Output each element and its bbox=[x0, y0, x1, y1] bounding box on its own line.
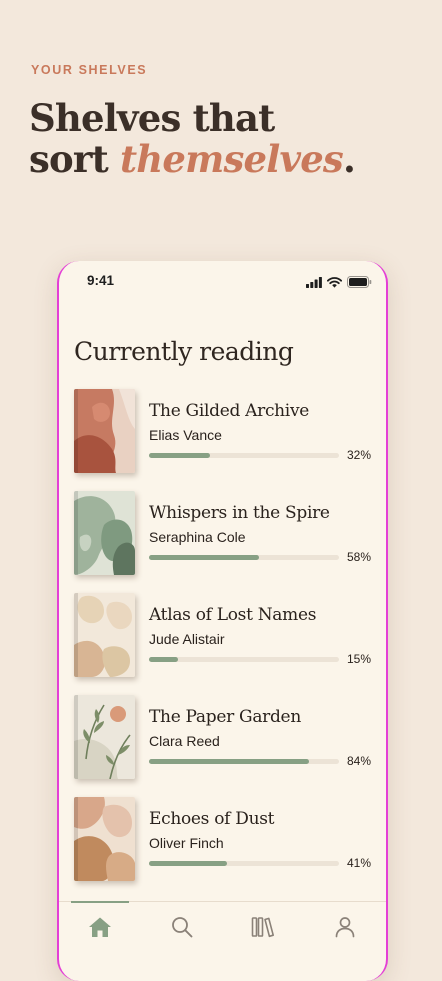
book-cover bbox=[74, 593, 135, 677]
book-item[interactable]: The Paper Garden Clara Reed 84% bbox=[59, 695, 386, 781]
battery-icon bbox=[347, 276, 372, 288]
progress-label: 58% bbox=[346, 550, 371, 564]
book-title: Atlas of Lost Names bbox=[149, 605, 317, 625]
book-title: Whispers in the Spire bbox=[149, 503, 330, 523]
profile-icon bbox=[335, 917, 355, 938]
book-item[interactable]: Echoes of Dust Oliver Finch 41% bbox=[59, 797, 386, 883]
page-headline: Shelves that sort themselves. bbox=[29, 96, 356, 181]
headline-line-2-plain: sort bbox=[29, 137, 120, 181]
book-author: Seraphina Cole bbox=[149, 529, 246, 545]
book-cover bbox=[74, 389, 135, 473]
progress-fill bbox=[149, 861, 227, 866]
status-bar: 9:41 bbox=[59, 273, 386, 293]
book-cover bbox=[74, 695, 135, 779]
progress-label: 84% bbox=[346, 754, 371, 768]
home-icon bbox=[89, 917, 111, 937]
progress-track bbox=[149, 555, 339, 560]
eyebrow-label: YOUR SHELVES bbox=[31, 63, 148, 77]
book-title: Echoes of Dust bbox=[149, 809, 275, 829]
progress-fill bbox=[149, 453, 210, 458]
cellular-signal-icon bbox=[306, 276, 322, 288]
tab-library[interactable] bbox=[248, 912, 278, 942]
book-author: Jude Alistair bbox=[149, 631, 225, 647]
progress-label: 32% bbox=[346, 448, 371, 462]
status-time: 9:41 bbox=[87, 273, 115, 288]
headline-accent: themselves bbox=[119, 137, 344, 181]
progress-track bbox=[149, 657, 339, 662]
library-icon bbox=[251, 917, 274, 938]
tab-profile[interactable] bbox=[330, 912, 360, 942]
headline-period: . bbox=[342, 137, 356, 181]
tab-bar bbox=[59, 901, 386, 956]
book-cover bbox=[74, 797, 135, 881]
book-author: Oliver Finch bbox=[149, 835, 224, 851]
book-item[interactable]: Atlas of Lost Names Jude Alistair 15% bbox=[59, 593, 386, 679]
book-title: The Gilded Archive bbox=[149, 401, 310, 421]
progress-track bbox=[149, 759, 339, 764]
search-icon bbox=[172, 917, 193, 938]
book-item[interactable]: Whispers in the Spire Seraphina Cole 58% bbox=[59, 491, 386, 577]
progress-track bbox=[149, 861, 339, 866]
progress-fill bbox=[149, 759, 309, 764]
book-author: Clara Reed bbox=[149, 733, 220, 749]
section-title: Currently reading bbox=[74, 337, 294, 366]
book-author: Elias Vance bbox=[149, 427, 222, 443]
tab-search[interactable] bbox=[167, 912, 197, 942]
progress-fill bbox=[149, 555, 260, 560]
tab-home[interactable] bbox=[85, 912, 115, 942]
status-icons bbox=[306, 276, 372, 288]
wifi-icon bbox=[327, 276, 342, 288]
progress-track bbox=[149, 453, 339, 458]
active-tab-indicator bbox=[71, 901, 129, 903]
phone-mockup: 9:41 Currently reading The Gilded Archiv… bbox=[57, 261, 388, 981]
book-cover bbox=[74, 491, 135, 575]
progress-fill bbox=[149, 657, 178, 662]
headline-line-1: Shelves that bbox=[29, 96, 275, 140]
progress-label: 41% bbox=[346, 856, 371, 870]
progress-label: 15% bbox=[346, 652, 371, 666]
book-title: The Paper Garden bbox=[149, 707, 301, 727]
book-item[interactable]: The Gilded Archive Elias Vance 32% bbox=[59, 389, 386, 475]
